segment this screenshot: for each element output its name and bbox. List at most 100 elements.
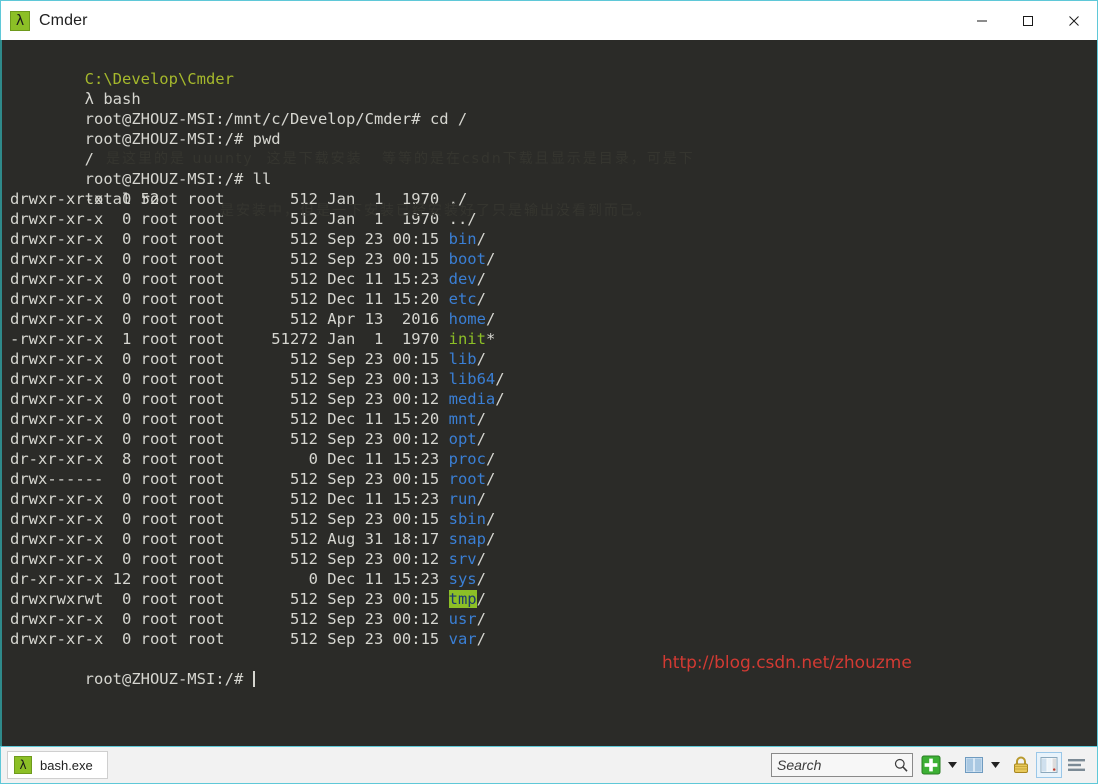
cwd-banner: C:\Develop\Cmder: [10, 49, 1097, 88]
window-list-button[interactable]: [1036, 752, 1062, 778]
listing-row-suffix: /: [485, 250, 496, 268]
url-watermark: http://blog.csdn.net/zhouzme: [662, 653, 912, 673]
listing-row-suffix: /: [476, 490, 486, 508]
split-pane-button[interactable]: [962, 753, 986, 777]
minimize-icon: [977, 20, 987, 21]
listing-row-meta: drwxr-xr-x 0 root root 512 Dec 11 15:20: [10, 410, 449, 428]
listing-row-suffix: /: [495, 390, 505, 408]
lambda-icon: λ: [14, 756, 32, 774]
minimize-button[interactable]: [959, 2, 1005, 40]
listing-row-meta: drwx------ 0 root root 512 Sep 23 00:15: [10, 470, 449, 488]
listing-row-suffix: /: [485, 450, 496, 468]
listing-row: dr-xr-xr-x 12 root root 0 Dec 11 15:23 s…: [10, 569, 1097, 589]
listing-row-suffix: /: [485, 310, 496, 328]
listing-row: drwxr-xr-x 0 root root 512 Dec 11 15:20 …: [10, 289, 1097, 309]
close-icon: [1069, 15, 1079, 26]
listing-row-suffix: /: [476, 590, 486, 608]
listing-row-meta: drwxr-xr-x 0 root root 512 Sep 23 00:12: [10, 430, 449, 448]
listing-row-suffix: /: [485, 470, 496, 488]
listing-row-name: home: [448, 310, 486, 328]
listing-row-name: lib: [448, 350, 477, 368]
listing-row: drwxr-xr-x 0 root root 512 Sep 23 00:12 …: [10, 389, 1097, 409]
listing-row: drwx------ 0 root root 512 Sep 23 00:15 …: [10, 469, 1097, 489]
listing-row-name: mnt: [448, 410, 477, 428]
new-console-button[interactable]: [919, 753, 943, 777]
listing-row-meta: drwxr-xr-x 0 root root 512 Jan 1 1970: [10, 190, 449, 208]
listing-row-meta: drwxr-xr-x 0 root root 512 Dec 11 15:20: [10, 290, 449, 308]
console-tab-bash[interactable]: λ bash.exe: [7, 751, 108, 779]
listing-row-meta: drwxr-xr-x 0 root root 512 Sep 23 00:12: [10, 550, 449, 568]
prompt-text: root@ZHOUZ-MSI:/#: [84, 170, 253, 188]
settings-button[interactable]: [1065, 753, 1089, 777]
listing-row-suffix: /: [495, 370, 505, 388]
listing-row-name: init: [448, 330, 486, 348]
listing-row-suffix: /: [476, 270, 486, 288]
search-input[interactable]: Search: [771, 753, 913, 777]
listing-row-suffix: /: [476, 430, 486, 448]
hamburger-icon: [1068, 759, 1085, 771]
windows-icon: [1040, 757, 1058, 773]
listing-row-meta: dr-xr-xr-x 8 root root 0 Dec 11 15:23: [10, 450, 449, 468]
listing-row-meta: drwxr-xr-x 0 root root 512 Jan 1 1970: [10, 210, 449, 228]
listing-row: drwxr-xr-x 0 root root 512 Dec 11 15:23 …: [10, 269, 1097, 289]
listing-row-meta: drwxr-xr-x 0 root root 512 Sep 23 00:15: [10, 250, 449, 268]
lock-icon: [1014, 756, 1028, 773]
close-button[interactable]: [1051, 2, 1097, 40]
lambda-prompt: λ: [84, 90, 94, 108]
listing-row-name: etc: [448, 290, 477, 308]
new-console-dropdown[interactable]: [946, 753, 958, 777]
listing-row: drwxr-xr-x 0 root root 512 Sep 23 00:15 …: [10, 349, 1097, 369]
listing-row-suffix: /: [476, 350, 486, 368]
listing-row: drwxr-xr-x 0 root root 512 Sep 23 00:15 …: [10, 509, 1097, 529]
listing-row: drwxr-xr-x 0 root root 512 Dec 11 15:20 …: [10, 409, 1097, 429]
listing-row-name: run: [448, 490, 477, 508]
listing-row-meta: drwxr-xr-x 0 root root 512 Sep 23 00:13: [10, 370, 449, 388]
listing-row-meta: drwxr-xr-x 0 root root 512 Aug 31 18:17: [10, 530, 449, 548]
listing-row: dr-xr-xr-x 8 root root 0 Dec 11 15:23 pr…: [10, 449, 1097, 469]
listing-row: drwxr-xr-x 0 root root 512 Aug 31 18:17 …: [10, 529, 1097, 549]
maximize-icon: [1023, 15, 1033, 26]
listing-row-meta: drwxr-xr-x 0 root root 512 Sep 23 00:15: [10, 350, 449, 368]
command-text: pwd: [252, 130, 281, 148]
listing-row-name: sbin: [448, 510, 486, 528]
listing-row-suffix: /: [476, 230, 486, 248]
terminal-pane[interactable]: 是这里的是 uuunty 这是下载安装 等等的是在csdn下载且显示是目录，可是…: [0, 40, 1098, 746]
listing-row-suffix: /: [476, 570, 486, 588]
listing-row-meta: drwxrwxrwt 0 root root 512 Sep 23 00:15: [10, 590, 449, 608]
lock-button[interactable]: [1009, 753, 1033, 777]
listing-row-suffix: /: [485, 510, 496, 528]
listing-row-meta: dr-xr-xr-x 12 root root 0 Dec 11 15:23: [10, 570, 449, 588]
listing-row: drwxr-xr-x 0 root root 512 Sep 23 00:13 …: [10, 369, 1097, 389]
pwd-output-text: /: [84, 150, 94, 168]
listing-row: drwxr-xr-x 0 root root 512 Apr 13 2016 h…: [10, 309, 1097, 329]
prompt-text: root@ZHOUZ-MSI:/#: [84, 670, 253, 688]
listing-row: -rwxr-xr-x 1 root root 51272 Jan 1 1970 …: [10, 329, 1097, 349]
listing-row-name: ../: [448, 210, 477, 228]
chevron-down-icon: [947, 762, 957, 768]
listing-row-name: bin: [448, 230, 477, 248]
listing-row: drwxr-xr-x 0 root root 512 Sep 23 00:12 …: [10, 429, 1097, 449]
command-line-ll: root@ZHOUZ-MSI:/# ll: [10, 149, 1097, 188]
listing-row-name: proc: [448, 450, 486, 468]
listing-row-name: tmp: [448, 590, 477, 608]
listing-row-meta: drwxr-xr-x 0 root root 512 Apr 13 2016: [10, 310, 449, 328]
listing-row: drwxr-xr-x 0 root root 512 Sep 23 00:12 …: [10, 549, 1097, 569]
listing-row-meta: drwxr-xr-x 0 root root 512 Sep 23 00:12: [10, 610, 449, 628]
listing-row-suffix: /: [476, 550, 486, 568]
listing-row-suffix: /: [476, 290, 486, 308]
console-tab-label: bash.exe: [40, 757, 93, 773]
listing-row: drwxr-xr-x 0 root root 512 Sep 23 00:15 …: [10, 249, 1097, 269]
listing-row: drwxr-xr-x 0 root root 512 Jan 1 1970 ..…: [10, 209, 1097, 229]
listing-row-name: var: [448, 630, 477, 648]
cmder-window: λ Cmder 是这里的是 uuunty 这是下载安装 等等的是在csdn下载且…: [0, 0, 1098, 784]
split-pane-dropdown[interactable]: [989, 753, 1001, 777]
search-placeholder: Search: [777, 757, 822, 773]
listing-row: drwxr-xr-x 0 root root 512 Sep 23 00:15 …: [10, 629, 1097, 649]
title-bar: λ Cmder: [0, 0, 1098, 40]
prompt-text: root@ZHOUZ-MSI:/mnt/c/Develop/Cmder#: [84, 110, 430, 128]
listing-row-name: opt: [448, 430, 477, 448]
maximize-button[interactable]: [1005, 2, 1051, 40]
listing-row-name: sys: [448, 570, 477, 588]
listing-row-meta: drwxr-xr-x 0 root root 512 Sep 23 00:15: [10, 630, 449, 648]
listing-row-name: lib64: [448, 370, 496, 388]
